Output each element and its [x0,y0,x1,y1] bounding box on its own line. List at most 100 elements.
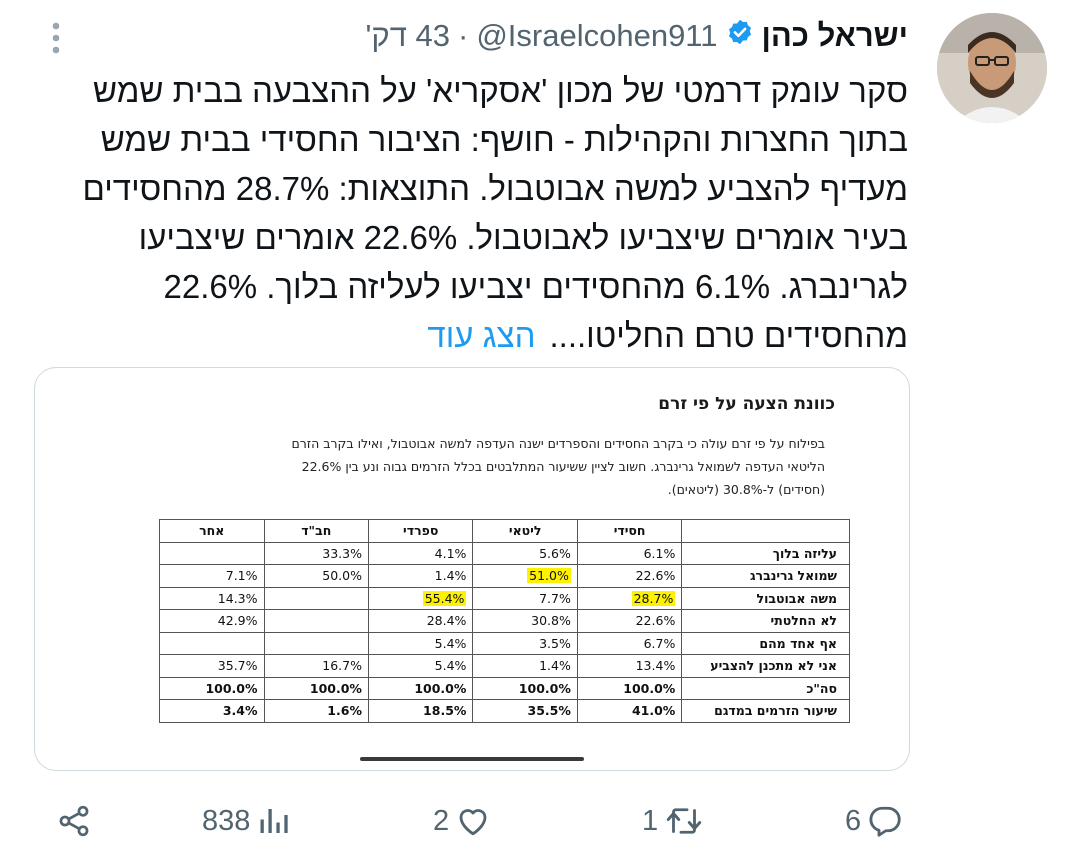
tweet-text-line: בתוך החצרות והקהילות - חושף: הציבור החסי… [100,121,908,158]
table-cell: 33.3% [263,541,369,565]
table-header-cell: אחר [159,519,265,543]
image-paragraph-line: (חסידים) ל-30.8% (ליטאים). [667,482,825,497]
table-cell-value: 5.4% [434,658,467,674]
action-bar: 838 2 1 6 [0,796,1080,846]
table-row-label: שמואל גרינברג [681,564,850,588]
image-paragraph-line: הליטאי העדפה לשמואל גרינברג. חשוב לציין … [301,459,825,474]
verified-badge-icon [726,18,754,54]
reply-button[interactable]: 6 [845,796,903,846]
share-button[interactable] [56,796,92,846]
table-row: לא החלטתי 22.6% 30.8% 28.4% 42.9% [159,609,850,633]
views-icon [260,809,289,833]
table-cell-value: 4.1% [434,545,467,561]
tweet-text-last-line: מהחסידים טרם החליטו.... הצג עוד [34,311,908,360]
table-cell [159,631,265,655]
table-row: אף אחד מהם 6.7% 3.5% 5.4% [159,631,850,655]
table-cell-value: 28.7% [631,590,676,606]
retweet-icon [666,808,702,834]
avatar-image [937,13,1047,123]
table-cell: 35.7% [159,654,265,678]
table-cell: 55.4% [367,586,474,610]
table-cell [263,586,369,610]
views-count: 838 [202,804,251,837]
table-cell-value: 3.4% [222,703,258,719]
results-table: חסידי ליטאי ספרדי חב"ד אחר עליזה בלוך 6.1% 5.6… [159,519,850,723]
tweet-text-line: מעדיף להצביע למשה אבוטבול. התוצאות: 28.7… [82,170,908,207]
table-cell: 3.5% [472,631,578,655]
table-cell: 18.5% [367,699,474,723]
table-header-cell: ספרדי [367,519,474,543]
table-cell: 5.4% [367,631,474,655]
tweet-time[interactable]: 43 דק' [366,18,450,54]
table-cell-value: 5.6% [539,545,571,561]
table-cell-value: 3.5% [539,635,571,651]
like-button[interactable]: 2 [433,796,491,846]
table-cell-value: 100.0% [205,680,258,696]
table-cell: 41.0% [576,699,683,723]
table-cell-value: 16.7% [322,658,362,674]
more-icon[interactable] [46,18,66,58]
show-more-link[interactable]: הצג עוד [427,317,535,354]
table-cell: 100.0% [263,676,369,700]
table-row-label: סה"כ [681,676,850,700]
table-cell: 7.7% [472,586,578,610]
table-cell: 100.0% [367,676,474,700]
table-row: שמואל גרינברג 22.6% 51.0% 1.4% 50.0% 7.1% [159,564,850,588]
table-cell: 7.1% [159,564,265,588]
retweet-button[interactable]: 1 [642,796,704,846]
table-cell: 28.7% [576,586,683,610]
table-cell-value: 1.4% [434,568,467,584]
table-header-cell: חסידי [576,519,683,543]
table-cell: 3.4% [159,699,265,723]
table-cell: 1.4% [472,654,578,678]
table-cell: 13.4% [576,654,683,678]
table-cell: 16.7% [263,654,369,678]
image-scrollbar[interactable] [360,757,584,761]
tweet-text: סקר עומק דרמטי של מכון 'אסקריא' על ההצבע… [34,66,908,360]
image-paragraph: בפילוח על פי זרם עולה כי בקרב החסידים וה… [195,432,825,501]
table-cell: 6.1% [576,541,683,565]
table-cell-value: 7.7% [539,590,571,606]
table-cell-value: 1.4% [539,658,571,674]
table-cell: 5.6% [472,541,578,565]
table-row: אני לא מתכנן להצביע 13.4% 1.4% 5.4% 16.7% 35.… [159,654,850,678]
tweet-image[interactable]: כוונת הצעה על פי זרם בפילוח על פי זרם עו… [34,367,910,771]
share-icon [59,805,89,837]
table-cell: 50.0% [263,564,369,588]
table-header-cell: חב"ד [263,519,369,543]
like-icon [459,809,487,836]
image-title: כוונת הצעה על פי זרם [658,394,835,414]
author-handle[interactable]: @Israelcohen911 [476,18,717,54]
table-row-label: אני לא מתכנן להצביע [681,654,850,678]
table-cell [263,631,369,655]
table-cell: 100.0% [472,676,578,700]
views-button[interactable]: 838 [202,796,292,846]
table-cell: 100.0% [576,676,683,700]
table-cell-value: 18.5% [423,703,467,719]
table-row-label: לא החלטתי [681,609,850,633]
table-cell-value: 1.6% [327,703,362,719]
table-cell-value: 30.8% [531,613,571,629]
reply-count: 6 [845,804,862,837]
table-row-label: משה אבוטבול [681,586,850,610]
table-cell-value: 6.7% [643,635,676,651]
table-cell-value: 51.0% [527,568,571,584]
table-cell: 30.8% [472,609,578,633]
table-cell-value: 100.0% [623,680,676,696]
table-cell-value: 55.4% [422,590,467,606]
table-cell: 22.6% [576,609,683,633]
table-cell [159,541,265,565]
header-separator: · [458,18,469,53]
table-cell-value: 6.1% [643,545,676,561]
author-name[interactable]: ישראל כהן [762,18,909,54]
table-cell-value: 22.6% [635,568,676,584]
table-cell-value: 22.6% [635,613,676,629]
table-cell-value: 100.0% [414,680,467,696]
table-cell: 1.4% [367,564,474,588]
avatar[interactable] [937,13,1047,123]
table-cell: 42.9% [159,609,265,633]
table-cell-value: 33.3% [322,545,362,561]
tweet-text-line: סקר עומק דרמטי של מכון 'אסקריא' על ההצבע… [92,72,908,109]
table-cell: 14.3% [159,586,265,610]
table-cell-value: 100.0% [518,680,571,696]
